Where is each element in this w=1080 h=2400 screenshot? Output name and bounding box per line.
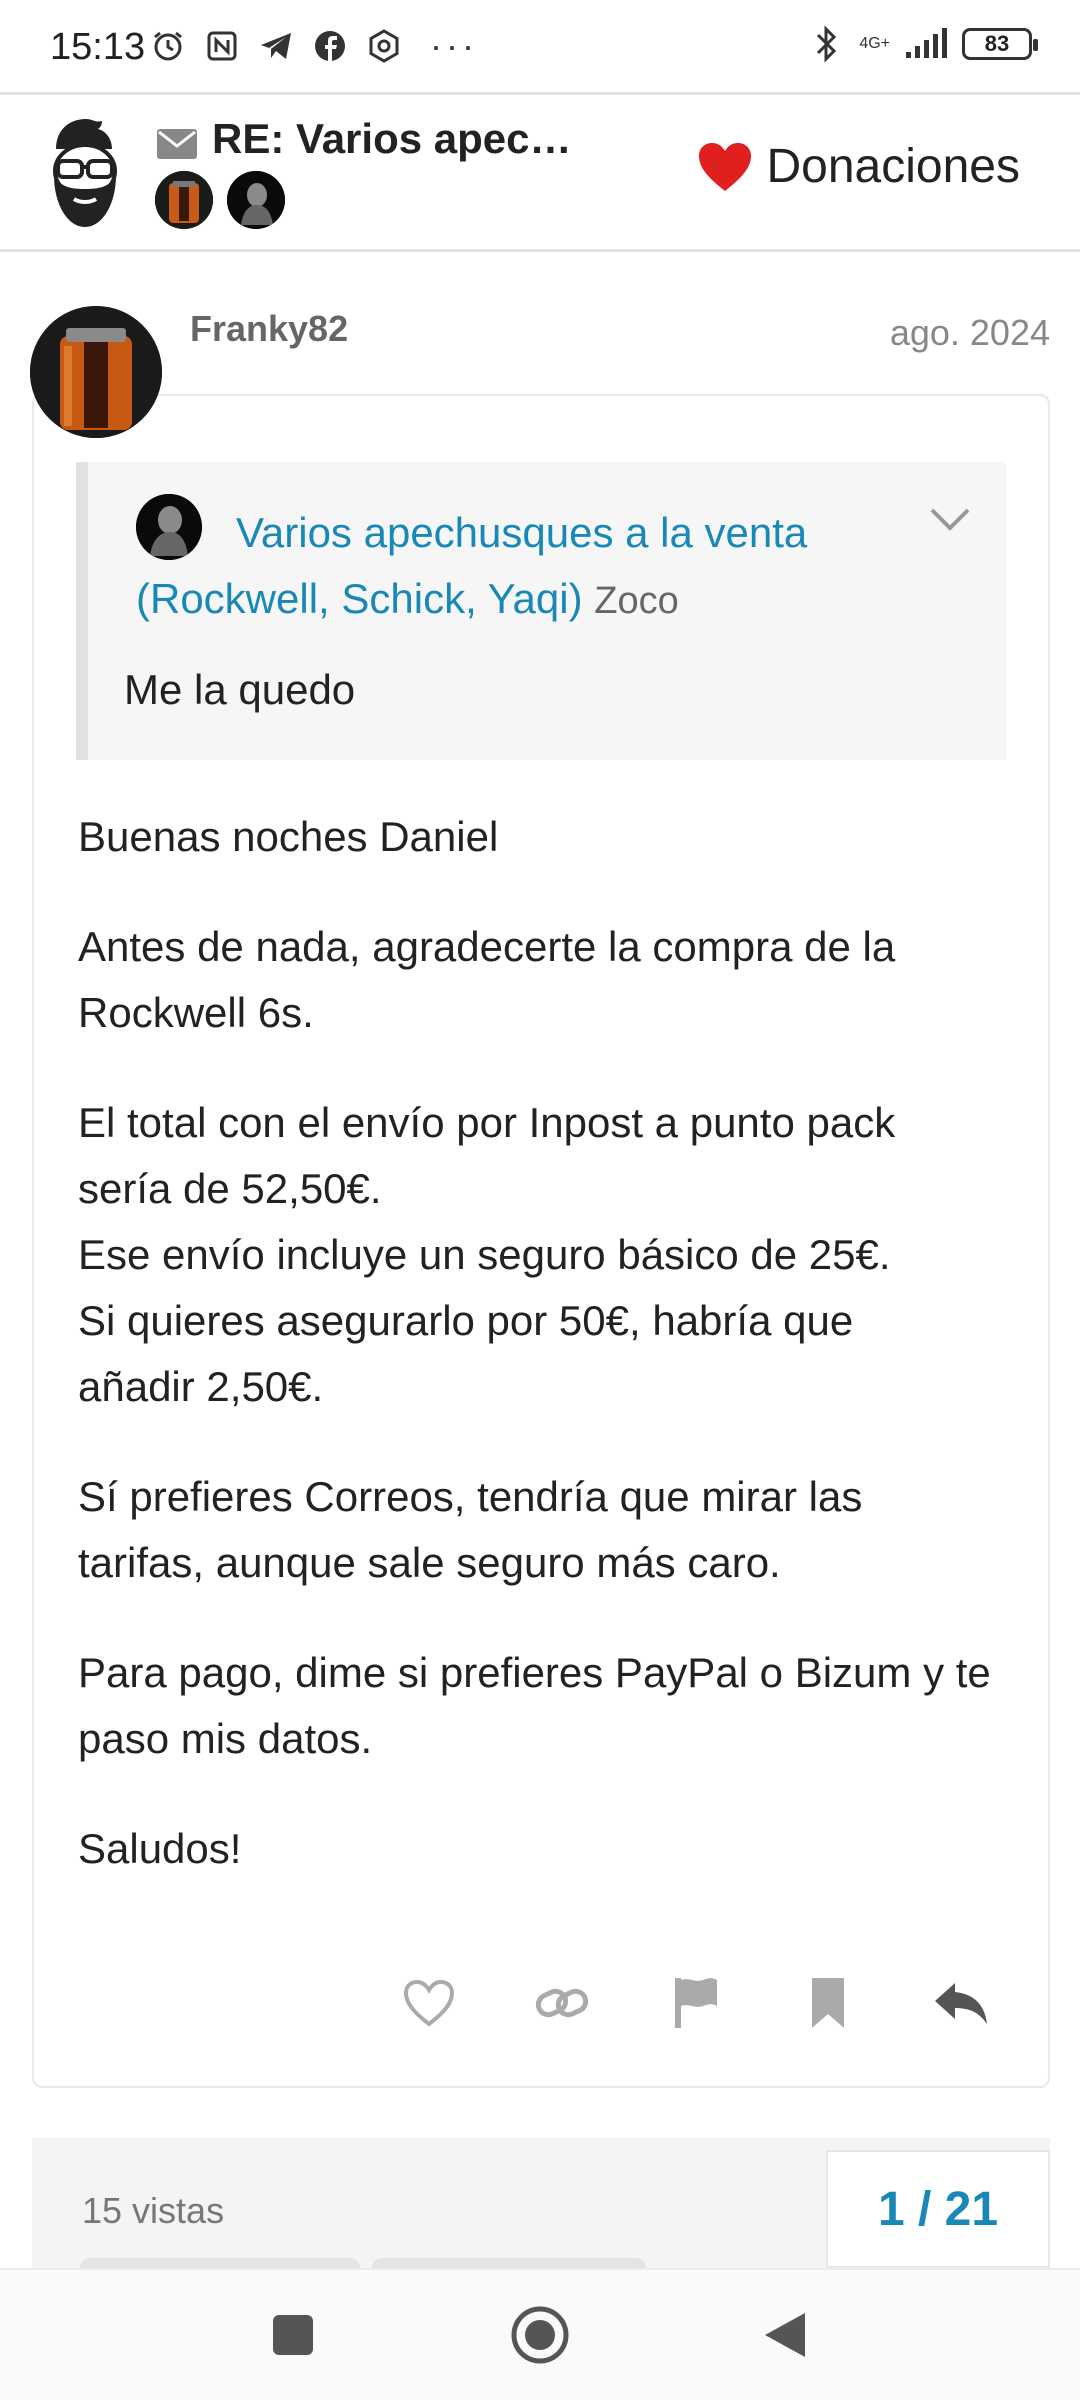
nfc-icon — [204, 28, 240, 64]
alarm-icon — [150, 28, 186, 64]
system-navigation-bar — [0, 2268, 1080, 2400]
topic-footer: 15 vistas 1 / 21 — [32, 2138, 1050, 2268]
status-system-icons: 4G+ 83 — [809, 25, 1038, 63]
network-type-label: 4G+ — [859, 35, 890, 52]
heart-icon — [698, 142, 751, 191]
triangle-back-icon — [765, 2313, 805, 2357]
donations-label: Donaciones — [766, 140, 1021, 193]
battery-indicator: 83 — [962, 28, 1038, 60]
status-notification-icons: ··· — [150, 28, 478, 64]
facebook-icon — [312, 28, 348, 64]
square-icon — [273, 2315, 313, 2355]
link-icon — [535, 1988, 589, 2018]
quote-topic-link[interactable]: Varios apechusques a la venta (Rockwell,… — [136, 500, 936, 634]
like-button[interactable] — [400, 1974, 458, 2032]
quote-block: Varios apechusques a la venta (Rockwell,… — [76, 462, 1006, 760]
heart-icon — [403, 1979, 455, 2027]
participant-avatar[interactable] — [227, 171, 285, 229]
views-count: 15 vistas — [82, 2190, 225, 2231]
back-button[interactable] — [750, 2300, 820, 2370]
post-author-name[interactable]: Franky82 — [190, 308, 348, 350]
reply-button[interactable] — [932, 1974, 990, 2032]
telegram-icon — [258, 28, 294, 64]
reply-icon — [935, 1983, 987, 2024]
post-paragraph: El total con el envío por Inpost a punto… — [78, 1099, 896, 1212]
home-button[interactable] — [505, 2300, 575, 2370]
participant-avatar[interactable] — [155, 171, 213, 229]
status-bar: 15:13 ··· 4G+ 83 — [0, 0, 1080, 92]
crypto-app-icon — [366, 28, 402, 64]
home-circle-icon — [511, 2306, 569, 2364]
quote-topic-title[interactable]: Varios apechusques a la venta (Rockwell,… — [136, 509, 807, 622]
copy-link-button[interactable] — [533, 1974, 591, 2032]
site-logo[interactable] — [40, 115, 130, 231]
bluetooth-icon — [809, 25, 845, 63]
quote-category[interactable]: Zoco — [594, 580, 678, 622]
post-author-avatar[interactable] — [30, 306, 162, 438]
donations-link[interactable]: Donaciones — [697, 139, 1021, 194]
post-paragraph: Saludos! — [78, 1825, 242, 1872]
topic-title[interactable]: RE: Varios apech… — [212, 115, 592, 163]
status-time: 15:13 — [50, 26, 146, 68]
bookmark-button[interactable] — [799, 1974, 857, 2032]
participants — [155, 171, 285, 229]
more-notifications-icon: ··· — [430, 25, 478, 66]
post-paragraph: Sí prefieres Correos, tendría que mirar … — [78, 1473, 863, 1586]
post-paragraph: Ese envío incluye un seguro básico de 25… — [78, 1231, 891, 1278]
post-actions — [400, 1968, 990, 2038]
post-paragraph: Para pago, dime si prefieres PayPal o Bi… — [78, 1649, 991, 1762]
recents-button[interactable] — [258, 2300, 328, 2370]
post-date[interactable]: ago. 2024 — [890, 312, 1050, 354]
post-paragraph: Si quieres asegurarlo por 50€, habría qu… — [78, 1297, 854, 1410]
chevron-down-icon[interactable] — [928, 504, 972, 534]
post-paragraph: Antes de nada, agradecerte la compra de … — [78, 923, 896, 1036]
topic-header: RE: Varios apech… Donaciones — [0, 92, 1080, 252]
envelope-icon — [155, 127, 199, 161]
bookmark-icon — [812, 1978, 844, 2028]
signal-icon — [904, 26, 948, 62]
flag-icon — [675, 1978, 717, 2028]
flag-button[interactable] — [666, 1974, 724, 2032]
post-position-indicator[interactable]: 1 / 21 — [826, 2150, 1050, 2268]
post-paragraph: Buenas noches Daniel — [78, 813, 499, 860]
quote-body: Me la quedo — [124, 666, 356, 713]
